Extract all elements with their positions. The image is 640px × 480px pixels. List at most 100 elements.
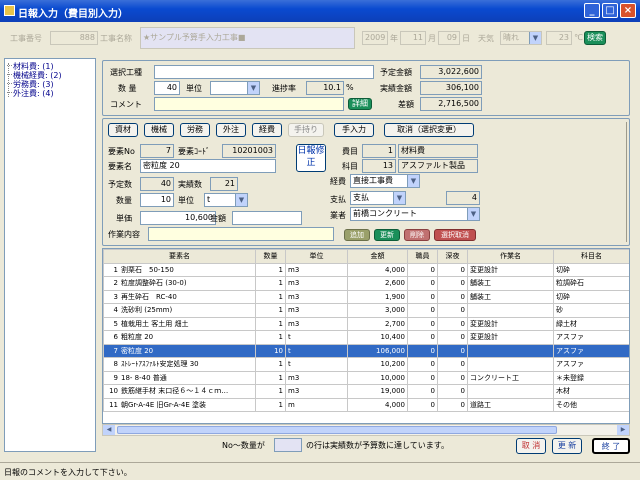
clear-selection-button[interactable]: 選択取消 <box>434 229 476 241</box>
shiharai-select[interactable]: 支払 ▼ <box>350 191 406 205</box>
scroll-left-icon[interactable]: ◀ <box>103 425 115 435</box>
cell-amount: 2,600 <box>347 276 408 291</box>
tree-item-gaichu[interactable]: 外注費: (4) <box>7 88 54 99</box>
add-button[interactable]: 追加 <box>344 229 370 241</box>
chevron-down-icon[interactable]: ▼ <box>407 175 419 187</box>
minimize-icon[interactable]: _ <box>584 3 600 18</box>
row-number: 3 <box>113 292 118 301</box>
cell-night: 0 <box>437 357 468 372</box>
cell-work: 変更設計 <box>467 330 554 345</box>
tab-kikai[interactable]: 機械 <box>144 123 174 137</box>
youso-no-field: 7 <box>140 144 174 158</box>
table-row[interactable]: 2 粒度調整砕石 (30-0) 1 m3 2,600 0 0 舗装工 粒調砕石 <box>103 276 629 291</box>
table-row[interactable]: 5 植栽用土 客土用 畑土 1 m3 2,700 0 0 変更設計 緑土材 <box>103 316 629 331</box>
col-header-unit[interactable]: 単位 <box>285 249 348 264</box>
cell-name: 4 洗砂利 (25mm) <box>103 303 256 318</box>
detail-button[interactable]: 詳細 <box>348 98 372 110</box>
table-row[interactable]: 7 密粒度 20 10 t 106,000 0 0 アスファ <box>103 343 629 358</box>
col-header-kamoku[interactable]: 科目名 <box>553 249 629 264</box>
tab-keihi[interactable]: 経費 <box>252 123 282 137</box>
cell-amount: 3,000 <box>347 303 408 318</box>
qty-field[interactable]: 40 <box>154 81 180 95</box>
delete-button[interactable]: 削除 <box>404 229 430 241</box>
row-number: 8 <box>113 360 118 369</box>
search-button[interactable]: 検索 <box>584 31 606 45</box>
col-header-name[interactable]: 要素名 <box>103 249 256 264</box>
close-icon[interactable]: × <box>620 3 636 18</box>
nippo-edit-button[interactable]: 日報修正 <box>296 144 326 172</box>
cell-name: 10 鉄筋継手材 末口径６～１４ｃｍ… <box>103 384 256 399</box>
shiharai-no-field: 4 <box>446 191 480 205</box>
cell-name: 6 粗粒度 20 <box>103 330 256 345</box>
cell-kamoku: その他 <box>553 397 629 412</box>
tab-shizai[interactable]: 資材 <box>108 123 138 137</box>
data-grid[interactable]: 要素名 数量 単位 金額 職員 深夜 作業名 科目名 1 割栗石 50-150 1 m… <box>102 248 630 424</box>
detail-qty-field[interactable]: 10 <box>140 193 174 207</box>
maximize-icon[interactable]: □ <box>602 3 618 18</box>
col-header-amount[interactable]: 金額 <box>347 249 408 264</box>
keihi-select[interactable]: 直接工事費 ▼ <box>350 174 420 188</box>
cell-work: コンクリート工 <box>467 370 554 385</box>
table-row[interactable]: 1 割栗石 50-150 1 m3 4,000 0 0 変更設計 切砕 <box>103 262 629 277</box>
cell-qty: 10 <box>255 343 286 358</box>
cell-unit: m3 <box>285 316 348 331</box>
cancel-button[interactable]: 取 消 <box>516 438 546 454</box>
chevron-down-icon[interactable]: ▼ <box>393 192 405 204</box>
col-header-staff[interactable]: 職員 <box>407 249 438 264</box>
update-all-button[interactable]: 更 新 <box>552 438 582 454</box>
panel-divider <box>626 122 627 242</box>
kouji-name-field: ★サンプル予算手入力工事■ <box>140 27 355 49</box>
kingaku-field[interactable] <box>232 211 302 225</box>
cell-name: 9 18- 8-40 普通 <box>103 370 256 385</box>
tanka-field[interactable]: 10,600 <box>140 211 216 225</box>
table-row[interactable]: 10 鉄筋継手材 末口径６～１４ｃｍ… 1 m3 19,000 0 0 木材 <box>103 384 629 399</box>
table-row[interactable]: 4 洗砂利 (25mm) 1 m3 3,000 0 0 砂 <box>103 303 629 318</box>
col-header-night[interactable]: 深夜 <box>437 249 468 264</box>
cell-staff: 0 <box>407 330 438 345</box>
cell-work: 道路工 <box>467 397 554 412</box>
detail-unit-select[interactable]: t ▼ <box>204 193 248 207</box>
work-field[interactable] <box>148 227 334 241</box>
gyousha-select[interactable]: 前橋コンクリート ▼ <box>350 207 480 221</box>
row-name: 洗砂利 (25mm) <box>121 306 173 315</box>
chevron-down-icon[interactable]: ▼ <box>235 194 247 206</box>
table-row[interactable]: 8 ｽﾄﾚｰﾄｱｽﾌｧﾙﾄ安定処理 30 1 t 10,200 0 0 アスファ <box>103 357 629 372</box>
col-header-qty[interactable]: 数量 <box>255 249 286 264</box>
chevron-down-icon[interactable]: ▼ <box>467 208 479 220</box>
select-field[interactable] <box>154 65 374 79</box>
row-name: 密粒度 20 <box>121 346 154 355</box>
tab-gaichu[interactable]: 外注 <box>216 123 246 137</box>
cell-staff: 0 <box>407 397 438 412</box>
cell-unit: t <box>285 330 348 345</box>
tanka-label: 単価 <box>116 214 132 223</box>
tab-roumu[interactable]: 労務 <box>180 123 210 137</box>
cell-staff: 0 <box>407 303 438 318</box>
cell-night: 0 <box>437 289 468 304</box>
youso-name-field[interactable]: 密粒度 20 <box>140 159 276 173</box>
update-button[interactable]: 更新 <box>374 229 400 241</box>
horizontal-scrollbar[interactable]: ◀ ▶ <box>102 424 630 436</box>
youso-code-label: 要素ｺｰﾄﾞ <box>178 147 210 156</box>
himoku-no-field: 1 <box>362 144 396 158</box>
row-name: 18- 8-40 普通 <box>121 373 167 382</box>
actual-field: 306,100 <box>420 81 482 95</box>
cell-qty: 1 <box>255 289 286 304</box>
unit-select[interactable]: ▼ <box>210 81 260 95</box>
detail-unit-value: t <box>207 195 211 204</box>
scroll-thumb[interactable] <box>117 426 557 434</box>
end-button[interactable]: 終 了 <box>592 438 630 454</box>
scroll-right-icon[interactable]: ▶ <box>617 425 629 435</box>
yotei-qty-field: 40 <box>140 177 174 191</box>
table-row[interactable]: 11 朝Gr-A-4E 旧Gr-A-4E 塗装 1 m 4,000 0 0 道路工 その他 <box>103 397 629 412</box>
table-row[interactable]: 6 粗粒度 20 1 t 10,400 0 0 変更設計 アスファ <box>103 330 629 345</box>
col-header-work[interactable]: 作業名 <box>467 249 554 264</box>
chevron-down-icon[interactable]: ▼ <box>247 82 259 94</box>
cancel-select-button[interactable]: 取消（選択変更） <box>384 123 474 137</box>
cell-work <box>467 343 554 358</box>
table-row[interactable]: 9 18- 8-40 普通 1 m3 10,000 0 0 コンクリート工 ＊未登録 <box>103 370 629 385</box>
category-tree[interactable]: 材料費: (1) 機械経費: (2) 労務費: (3) 外注費: (4) <box>4 58 96 452</box>
cell-night: 0 <box>437 397 468 412</box>
tab-teinyuryoku[interactable]: 手入力 <box>334 123 374 137</box>
comment-field[interactable] <box>154 97 344 111</box>
table-row[interactable]: 3 再生砕石 RC-40 1 m3 1,900 0 0 舗装工 切砕 <box>103 289 629 304</box>
